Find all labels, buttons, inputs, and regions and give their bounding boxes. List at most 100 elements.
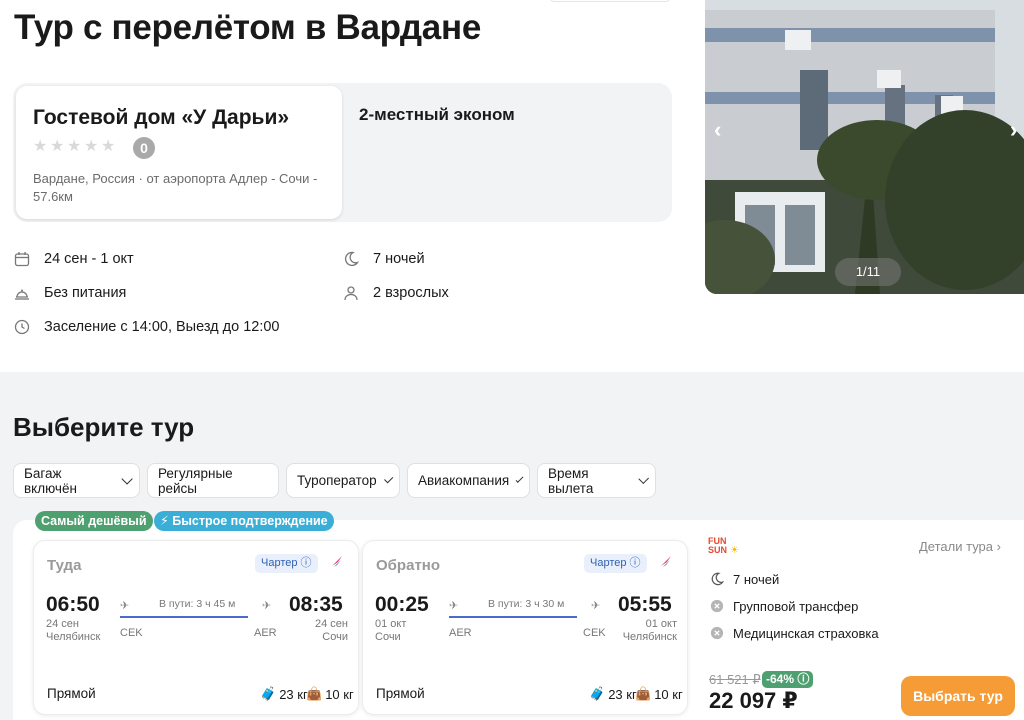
bag-icon: 👜 [635, 686, 652, 701]
select-tour-button[interactable]: Выбрать тур [901, 676, 1015, 716]
filter-baggage[interactable]: Багаж включён [13, 463, 140, 498]
discount-badge[interactable]: -64% ⓘ [762, 671, 814, 688]
clock-icon [14, 319, 30, 335]
photo-counter: 1/11 [835, 258, 901, 286]
airline-logo-icon [332, 556, 342, 567]
baggage-allowance: 🧳 23 кг [260, 686, 308, 702]
flight-duration: В пути: 3 ч 45 м [159, 598, 236, 610]
info-meal: Без питания [14, 285, 126, 301]
filter-label: Багаж включён [24, 465, 77, 496]
person-icon [344, 286, 358, 301]
top-control-edge [550, 0, 670, 2]
hotel-info-box[interactable]: Гостевой дом «У Дарьи» ★ ★ ★ ★ ★ 0 Варда… [16, 86, 342, 219]
room-type: 2-местный эконом [359, 105, 515, 124]
cross-circle-icon [709, 625, 725, 641]
arrival-date: 01 окт Челябинск [622, 618, 677, 643]
star-icon: ★ [33, 138, 48, 155]
filter-label: Туроператор [297, 473, 377, 488]
flight-type: Прямой [47, 686, 96, 701]
badge-fast-confirm: ⚡ Быстрое подтверждение [154, 511, 334, 531]
departure-date: 24 сен Челябинск [46, 618, 101, 643]
hotel-card: Гостевой дом «У Дарьи» ★ ★ ★ ★ ★ 0 Варда… [13, 83, 672, 222]
bag-icon: 👜 [306, 686, 323, 701]
star-icon: ★ [50, 138, 65, 155]
route-line [449, 616, 577, 618]
flight-duration: В пути: 3 ч 30 м [488, 598, 565, 610]
gallery-next-icon[interactable]: › [1010, 117, 1017, 143]
hotel-location: Вардане, Россия · от аэропорта Адлер - С… [33, 171, 318, 204]
cloche-icon [15, 289, 29, 300]
charter-badge[interactable]: Чартер ⓘ [584, 554, 647, 573]
chevron-down-icon [515, 474, 524, 483]
info-checkin-text: Заселение с 14:00, Выезд до 12:00 [44, 319, 280, 335]
tour-price: 22 097 ₽ [709, 688, 798, 713]
suitcase-icon: 🧳 [260, 686, 277, 701]
landing-icon: ✈ [262, 600, 272, 612]
info-nights: 7 ночей [343, 251, 425, 267]
cross-circle-icon [709, 598, 725, 614]
filter-label: Время вылета [548, 465, 594, 496]
arrival-airport-code: CEK [583, 627, 606, 639]
page-title: Тур с перелётом в Вардане [14, 8, 481, 47]
hand-luggage-allowance: 👜 10 кг [635, 686, 683, 702]
airline-logo-icon [661, 556, 671, 567]
section-title: Выберите тур [13, 412, 195, 442]
arrival-time: 08:35 [289, 593, 343, 616]
moon-icon [709, 571, 725, 587]
rating-badge: 0 [133, 137, 155, 159]
filter-label: Регулярные рейсы [158, 465, 233, 496]
star-icon: ★ [84, 138, 99, 155]
flight-outbound[interactable]: Туда Чартер ⓘ 06:50 24 сен Челябинск ✈ В … [33, 540, 359, 715]
feature-transfer: Групповой трансфер [709, 598, 858, 614]
takeoff-icon: ✈ [449, 600, 459, 612]
charter-badge[interactable]: Чартер ⓘ [255, 554, 318, 573]
flight-inbound[interactable]: Обратно Чартер ⓘ 00:25 01 окт Сочи ✈ В пу… [362, 540, 688, 715]
chevron-down-icon [121, 472, 133, 484]
chevron-down-icon [637, 472, 649, 484]
badge-cheapest: Самый дешёвый [35, 511, 153, 531]
hotel-stars: ★ ★ ★ ★ ★ [33, 138, 116, 155]
hotel-building-image [705, 0, 1024, 294]
info-guests: 2 взрослых [343, 285, 449, 301]
filter-airline[interactable]: Авиакомпания [407, 463, 530, 498]
star-icon: ★ [101, 138, 116, 155]
hotel-photo[interactable] [705, 0, 1024, 294]
hand-luggage-allowance: 👜 10 кг [306, 686, 354, 702]
baggage-allowance: 🧳 23 кг [589, 686, 637, 702]
calendar-icon [14, 252, 30, 267]
arrival-airport-code: AER [254, 627, 277, 639]
route-line [120, 616, 248, 618]
operator-logo: FUN SUN ☀ [708, 536, 739, 556]
info-meal-text: Без питания [44, 285, 127, 301]
arrival-time: 05:55 [618, 593, 672, 616]
info-nights-text: 7 ночей [373, 251, 425, 267]
filter-label: Авиакомпания [418, 473, 510, 488]
departure-time: 00:25 [375, 593, 429, 616]
departure-time: 06:50 [46, 593, 100, 616]
info-guests-text: 2 взрослых [373, 285, 449, 301]
moon-icon [344, 251, 359, 267]
departure-date: 01 окт Сочи [375, 618, 407, 643]
landing-icon: ✈ [591, 600, 601, 612]
arrival-date: 24 сен Сочи [315, 618, 348, 643]
suitcase-icon: 🧳 [589, 686, 606, 701]
old-price: 61 521 ₽ [709, 672, 761, 687]
feature-insurance: Медицинская страховка [709, 625, 879, 641]
info-dates-text: 24 сен - 1 окт [44, 251, 134, 267]
tour-details-link[interactable]: Детали тура › [919, 539, 1001, 554]
sun-icon: ☀ [730, 545, 739, 556]
takeoff-icon: ✈ [120, 600, 130, 612]
flight-type: Прямой [376, 686, 425, 701]
flight-direction: Туда [47, 557, 82, 574]
departure-airport-code: CEK [120, 627, 143, 639]
info-dates: 24 сен - 1 окт [14, 251, 134, 267]
gallery-prev-icon[interactable]: ‹ [714, 117, 721, 143]
feature-nights: 7 ночей [709, 571, 779, 587]
filter-regular-flights[interactable]: Регулярные рейсы [147, 463, 279, 498]
filter-departure-time[interactable]: Время вылета [537, 463, 656, 498]
chevron-down-icon [383, 473, 394, 484]
filter-operator[interactable]: Туроператор [286, 463, 400, 498]
hotel-name[interactable]: Гостевой дом «У Дарьи» [33, 106, 289, 130]
departure-airport-code: AER [449, 627, 472, 639]
flight-direction: Обратно [376, 557, 441, 574]
